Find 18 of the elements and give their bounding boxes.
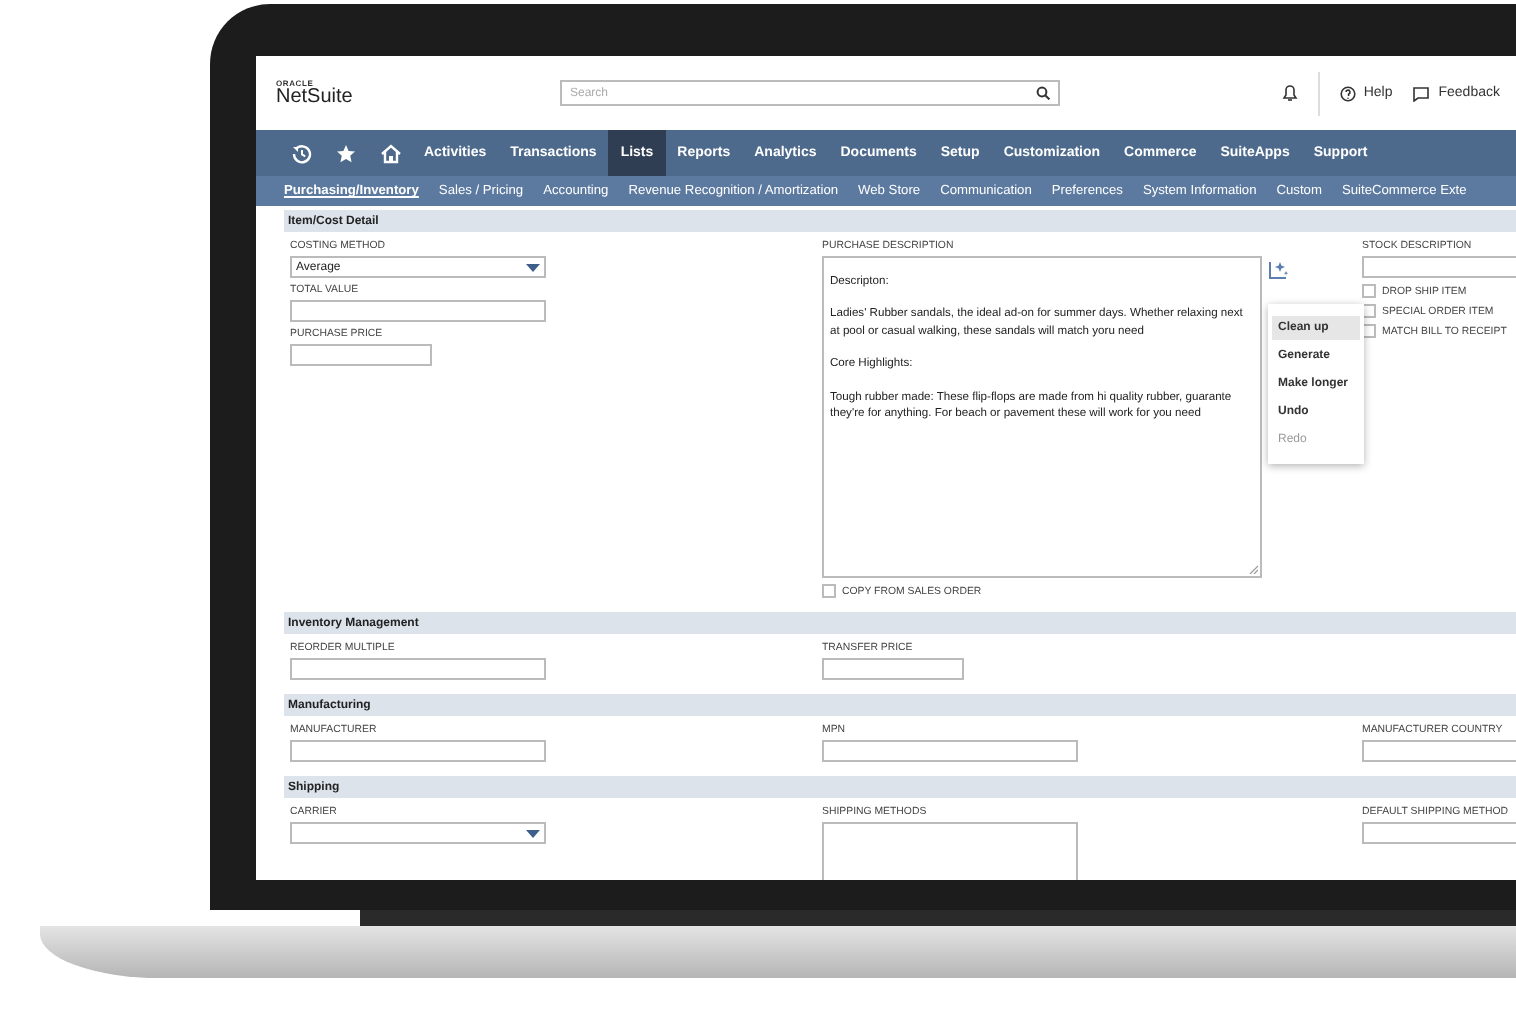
caret-icon xyxy=(526,263,540,271)
text-field[interactable] xyxy=(290,658,546,680)
help-icon xyxy=(1339,85,1356,101)
text-field[interactable] xyxy=(290,344,432,366)
chat-bubble-icon xyxy=(1412,85,1431,101)
text-field[interactable] xyxy=(290,300,546,322)
caret-icon xyxy=(526,829,540,837)
text-field[interactable] xyxy=(822,658,964,680)
dropdown-field[interactable] xyxy=(290,822,546,844)
bell-icon[interactable] xyxy=(1281,84,1298,102)
checkbox[interactable] xyxy=(822,584,836,598)
resize-grip-icon[interactable] xyxy=(1248,564,1258,574)
text-field[interactable] xyxy=(822,740,1078,762)
list-field[interactable] xyxy=(822,822,1078,880)
text-field[interactable] xyxy=(290,740,546,762)
logo-wordmark: NetSuite xyxy=(276,88,355,108)
search-icon xyxy=(1036,86,1050,100)
checkbox[interactable] xyxy=(1362,284,1376,298)
